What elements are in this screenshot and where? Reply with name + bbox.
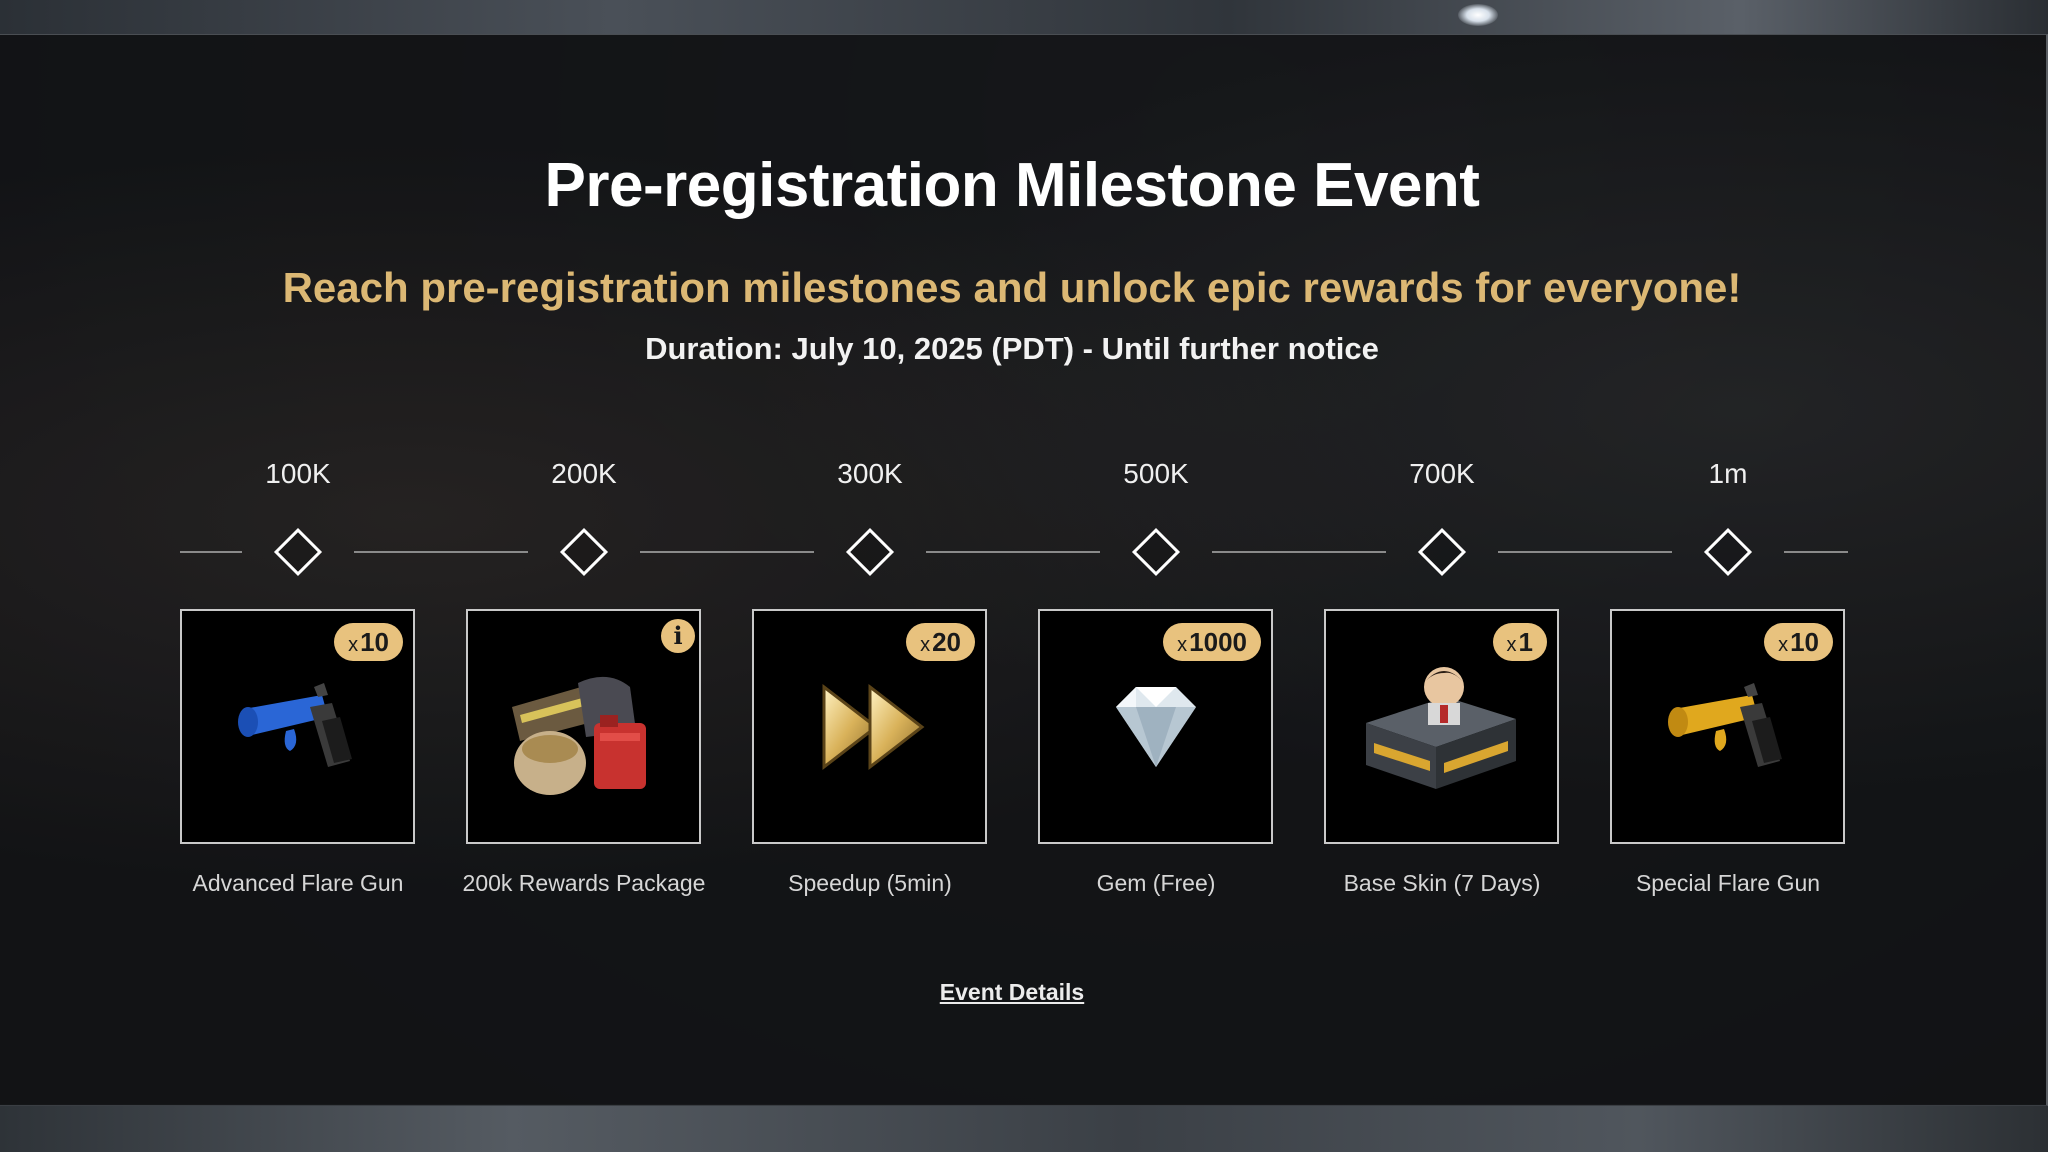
quantity-badge: x1000 (1163, 623, 1261, 661)
quantity-badge: x20 (906, 623, 975, 661)
reward-card-base-skin[interactable]: x1 (1324, 609, 1559, 844)
reward-card-special-flare-gun[interactable]: x10 (1610, 609, 1845, 844)
reward-card-speedup[interactable]: x20 (752, 609, 987, 844)
reward-name-special-flare-gun: Special Flare Gun (1635, 870, 1821, 896)
quantity-badge: x10 (1764, 623, 1833, 661)
milestone-label-700k: 700K (1409, 458, 1475, 489)
reward-name-200k-package: 200k Rewards Package (462, 870, 706, 896)
track-segment (354, 551, 528, 553)
quantity-badge: x10 (334, 623, 403, 661)
event-title: Pre-registration Milestone Event (544, 151, 1480, 220)
track-segment (180, 551, 242, 553)
background-bottom (0, 1104, 2048, 1152)
track-segment (1784, 551, 1848, 553)
lamp-light (1458, 4, 1498, 26)
milestone-label-500k: 500K (1123, 458, 1189, 489)
background-top (0, 0, 2048, 34)
info-icon[interactable]: i (661, 619, 695, 653)
event-duration: Duration: July 10, 2025 (PDT) - Until fu… (645, 331, 1379, 366)
event-details-link[interactable]: Event Details (0, 979, 2024, 1006)
milestone-label-100k: 100K (265, 458, 331, 489)
reward-card-gem[interactable]: x1000 (1038, 609, 1273, 844)
quantity-badge: x1 (1492, 623, 1547, 661)
milestone-label-200k: 200K (551, 458, 617, 489)
reward-name-gem: Gem (Free) (1096, 870, 1216, 896)
track-segment (1498, 551, 1672, 553)
milestone-label-300k: 300K (837, 458, 903, 489)
reward-card-200k-package[interactable]: i (466, 609, 701, 844)
reward-name-base-skin: Base Skin (7 Days) (1343, 870, 1541, 896)
reward-name-speedup: Speedup (5min) (788, 870, 952, 896)
reward-card-advanced-flare-gun[interactable]: x10 (180, 609, 415, 844)
track-segment (1212, 551, 1386, 553)
event-subtitle: Reach pre-registration milestones and un… (282, 264, 1742, 311)
milestone-label-1m: 1m (1708, 458, 1748, 489)
track-segment (926, 551, 1100, 553)
reward-name-advanced-flare-gun: Advanced Flare Gun (192, 870, 404, 896)
track-segment (640, 551, 814, 553)
